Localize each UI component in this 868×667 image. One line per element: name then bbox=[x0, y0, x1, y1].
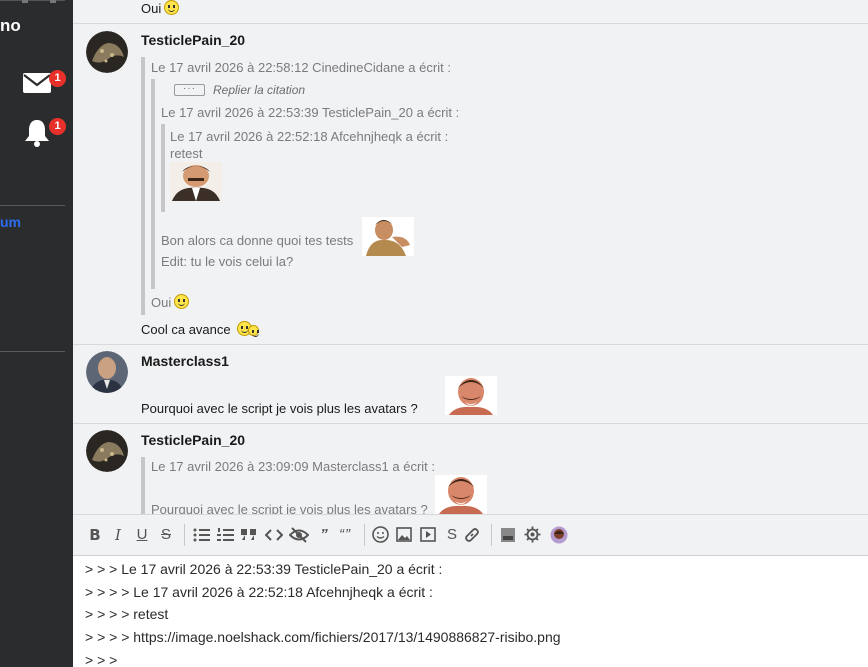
editor-line: > > > > retest bbox=[85, 606, 169, 622]
editor-line: > > > bbox=[85, 652, 118, 667]
avatar-image bbox=[86, 430, 128, 472]
video-button[interactable] bbox=[420, 525, 436, 545]
quote-header: Le 17 avril 2026 à 23:09:09 Masterclass1… bbox=[151, 459, 435, 474]
nested-quote-block: ··· Replier la citation Le 17 avril 2026… bbox=[151, 79, 841, 289]
avatar-sticker-icon bbox=[550, 526, 568, 544]
message-body: Pourquoi avec le script je vois plus les… bbox=[141, 401, 418, 416]
message-item: Masterclass1 Pourquoi avec le script je … bbox=[73, 344, 868, 423]
avatar[interactable] bbox=[86, 430, 128, 472]
quote-header: Le 17 avril 2026 à 22:53:39 TesticlePain… bbox=[161, 105, 460, 120]
notifications-button[interactable]: 1 bbox=[22, 118, 66, 152]
sticker-graphic bbox=[362, 217, 414, 256]
quote-text: retest bbox=[170, 146, 203, 161]
smiley-icon bbox=[164, 0, 180, 15]
quote-tail-text: Oui bbox=[151, 295, 172, 310]
sticker-image[interactable] bbox=[170, 162, 222, 201]
bullet-list-icon bbox=[193, 528, 210, 542]
avatar[interactable] bbox=[86, 31, 128, 73]
avatar[interactable] bbox=[86, 351, 128, 393]
smiley-icon bbox=[372, 526, 389, 543]
message-body: Cool ca avance bbox=[141, 321, 260, 337]
link-icon bbox=[465, 528, 479, 542]
bold-button[interactable]: B bbox=[87, 525, 103, 545]
quote-text: Edit: tu le vois celui la? bbox=[161, 254, 294, 269]
message-tail: Oui bbox=[141, 0, 180, 16]
message-tail-text: Oui bbox=[141, 1, 162, 16]
toolbar-divider bbox=[491, 524, 492, 546]
message-author[interactable]: TesticlePain_20 bbox=[141, 432, 245, 448]
sticker-button[interactable] bbox=[500, 525, 516, 545]
quote-header: Le 17 avril 2026 à 22:58:12 CinedineCida… bbox=[151, 60, 451, 75]
smiley-icon bbox=[174, 294, 190, 309]
sticker-icon bbox=[501, 528, 515, 542]
sticker-image[interactable] bbox=[435, 475, 487, 514]
sticker-image[interactable] bbox=[362, 217, 414, 256]
sidebar-divider bbox=[0, 351, 65, 352]
quote-button[interactable]: “” bbox=[337, 525, 353, 545]
code-button[interactable] bbox=[264, 525, 284, 545]
toolbar-divider bbox=[364, 524, 365, 546]
video-icon bbox=[420, 527, 436, 542]
numbered-list-icon bbox=[217, 528, 234, 541]
image-icon bbox=[396, 527, 412, 542]
sticker-image[interactable] bbox=[445, 376, 497, 415]
quote-tail: Oui bbox=[151, 294, 190, 310]
underline-button[interactable]: U bbox=[134, 525, 150, 545]
emoji-button[interactable] bbox=[372, 525, 389, 545]
sticker-graphic bbox=[445, 376, 497, 415]
risitas-button[interactable] bbox=[550, 525, 568, 545]
blockquote-button[interactable] bbox=[241, 525, 257, 545]
toolbar-divider bbox=[184, 524, 185, 546]
gear-icon bbox=[524, 526, 541, 543]
sticker-graphic bbox=[170, 162, 222, 201]
quote-block: Le 17 avril 2026 à 22:58:12 CinedineCida… bbox=[141, 57, 841, 315]
avatar-image bbox=[86, 351, 128, 393]
eye-slash-icon bbox=[288, 527, 310, 543]
message-editor[interactable]: > > > Le 17 avril 2026 à 22:53:39 Testic… bbox=[73, 555, 868, 667]
message-body-text: Cool ca avance bbox=[141, 322, 231, 337]
spoiler-button[interactable] bbox=[288, 525, 310, 545]
notifications-badge: 1 bbox=[49, 118, 66, 135]
sidebar: no 1 1 um bbox=[0, 0, 73, 667]
code-icon bbox=[264, 529, 284, 541]
quote-text: Pourquoi avec le script je vois plus les… bbox=[151, 502, 428, 514]
numbered-list-button[interactable] bbox=[217, 525, 235, 545]
mail-icon bbox=[23, 73, 51, 93]
message-feed[interactable]: Oui TesticlePain_20 Le 17 avril 2026 à 2… bbox=[73, 0, 868, 514]
editor-line: > > > Le 17 avril 2026 à 22:53:39 Testic… bbox=[85, 561, 443, 577]
bell-icon bbox=[25, 120, 49, 147]
quote-text: Bon alors ca donne quoi tes tests bbox=[161, 233, 354, 248]
sidebar-top-tick bbox=[50, 0, 56, 3]
collapse-quote-button[interactable]: ··· bbox=[174, 84, 205, 96]
collapse-quote-label[interactable]: Replier la citation bbox=[213, 83, 305, 97]
message-item: TesticlePain_20 Le 17 avril 2026 à 22:58… bbox=[73, 23, 868, 344]
messages-button[interactable]: 1 bbox=[22, 70, 66, 104]
nested-quote-block: Le 17 avril 2026 à 22:52:18 Afcehnjheqk … bbox=[161, 124, 461, 212]
message-author[interactable]: TesticlePain_20 bbox=[141, 32, 245, 48]
editor-line: > > > > Le 17 avril 2026 à 22:52:18 Afce… bbox=[85, 584, 433, 600]
quote-block: Le 17 avril 2026 à 23:09:09 Masterclass1… bbox=[141, 457, 841, 514]
blockquote-icon bbox=[241, 529, 256, 540]
quote-header: Le 17 avril 2026 à 22:52:18 Afcehnjheqk … bbox=[170, 129, 449, 144]
bullet-list-button[interactable] bbox=[193, 525, 211, 545]
smiley-icon bbox=[248, 325, 260, 337]
sidebar-top-tick bbox=[22, 0, 28, 3]
message-author[interactable]: Masterclass1 bbox=[141, 353, 229, 369]
editor-toolbar: B I U S ” “” S bbox=[73, 514, 868, 555]
avatar-image bbox=[86, 31, 128, 73]
sidebar-divider bbox=[0, 205, 65, 206]
sticker-graphic bbox=[435, 475, 487, 514]
image-button[interactable] bbox=[396, 525, 412, 545]
editor-line: > > > > https://image.noelshack.com/fich… bbox=[85, 629, 561, 645]
message-item: TesticlePain_20 Le 17 avril 2026 à 23:09… bbox=[73, 423, 868, 514]
s-button[interactable]: S bbox=[444, 525, 460, 545]
settings-button[interactable] bbox=[524, 525, 541, 545]
inline-quote-button[interactable]: ” bbox=[316, 525, 332, 545]
sidebar-forum-link[interactable]: um bbox=[0, 214, 21, 230]
strikethrough-button[interactable]: S bbox=[158, 525, 174, 545]
italic-button[interactable]: I bbox=[110, 525, 126, 545]
mail-badge: 1 bbox=[49, 70, 66, 87]
link-button[interactable] bbox=[464, 525, 480, 545]
sidebar-username: no bbox=[0, 16, 21, 35]
